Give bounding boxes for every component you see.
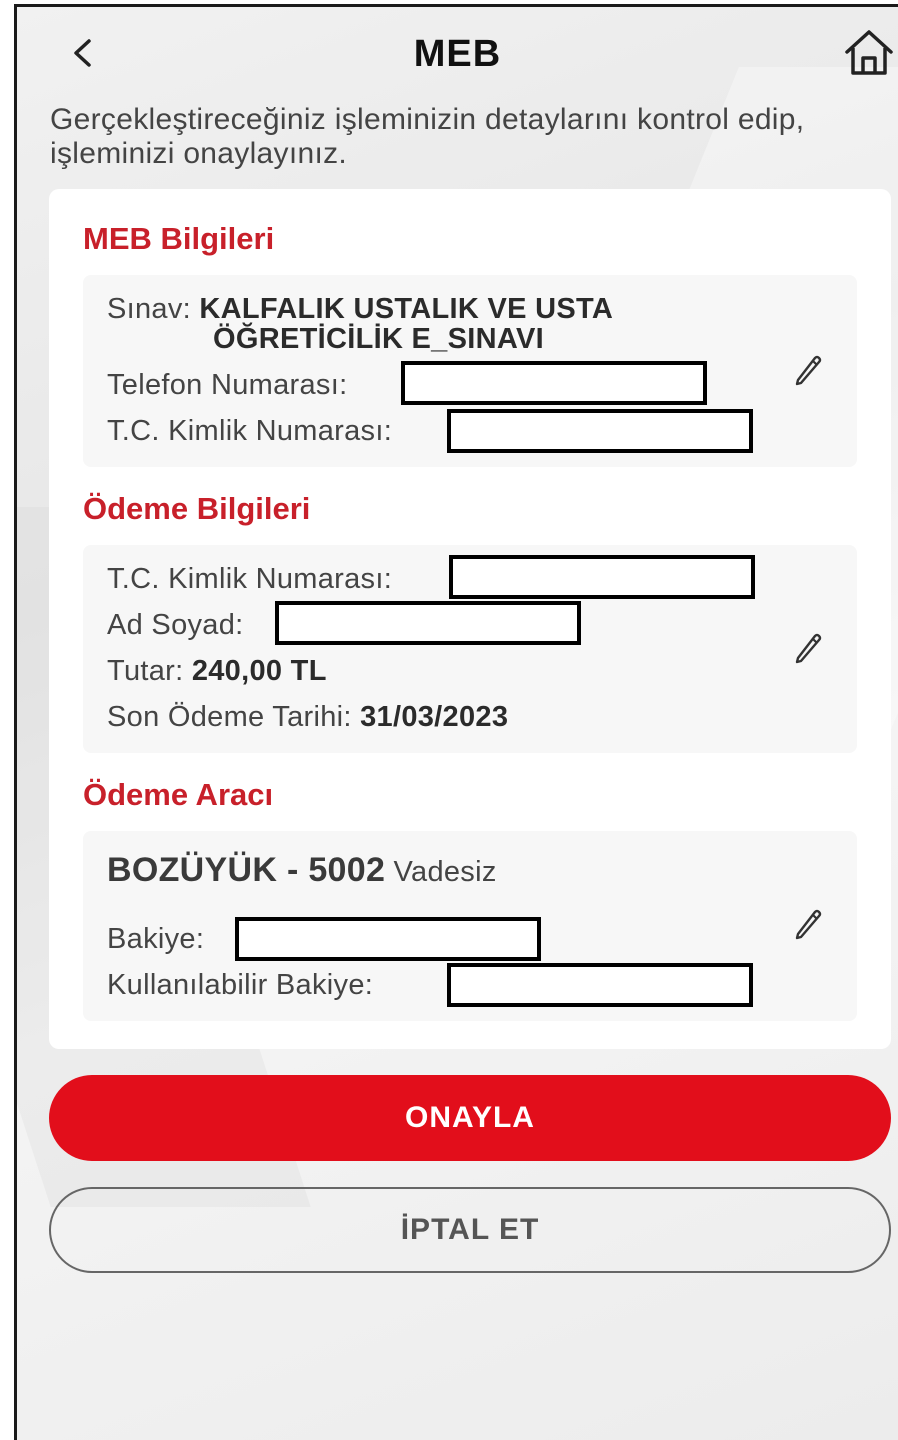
payment-tc-label: T.C. Kimlik Numarası:: [107, 563, 393, 595]
balance-label: Bakiye:: [107, 923, 205, 955]
redacted-balance: [235, 917, 541, 961]
payment-info-box: T.C. Kimlik Numarası: Ad Soyad: Tutar: 2…: [83, 545, 857, 753]
pencil-icon[interactable]: [793, 907, 825, 941]
due-date-value: 31/03/2023: [360, 701, 509, 733]
due-date-label: Son Ödeme Tarihi:: [107, 701, 352, 733]
amount-label: Tutar:: [107, 655, 184, 687]
payment-name-label: Ad Soyad:: [107, 609, 244, 641]
redacted-available-balance: [447, 963, 753, 1007]
pencil-icon[interactable]: [793, 353, 825, 387]
due-date-row: Son Ödeme Tarihi: 31/03/2023: [107, 701, 508, 734]
app-screen: MEB Gerçekleştireceğiniz işleminizin det…: [14, 4, 898, 1440]
account-name: BOZÜYÜK - 5002: [107, 851, 386, 889]
cancel-button[interactable]: İPTAL ET: [49, 1187, 891, 1273]
exam-row-cont: ÖĞRETİCİLİK E_SINAVI: [213, 323, 544, 356]
redacted-phone: [401, 361, 707, 405]
redacted-name: [275, 601, 581, 645]
amount-value: 240,00 TL: [191, 655, 327, 687]
section-title-payment: Ödeme Bilgileri: [83, 491, 311, 526]
section-title-meb: MEB Bilgileri: [83, 221, 275, 256]
meb-info-box: Sınav: KALFALIK USTALIK VE USTA ÖĞRETİCİ…: [83, 275, 857, 467]
exam-value-line1: KALFALIK USTALIK VE USTA: [199, 293, 614, 325]
exam-value-line2: ÖĞRETİCİLİK E_SINAVI: [213, 323, 544, 355]
tc-label: T.C. Kimlik Numarası:: [107, 415, 393, 447]
details-card: MEB Bilgileri Sınav: KALFALIK USTALIK VE…: [49, 189, 891, 1049]
account-row: BOZÜYÜK - 5002 Vadesiz: [107, 851, 497, 890]
section-title-tool: Ödeme Aracı: [83, 777, 274, 812]
amount-row: Tutar: 240,00 TL: [107, 655, 327, 688]
account-type: Vadesiz: [393, 856, 497, 888]
home-icon[interactable]: [843, 27, 895, 79]
phone-label: Telefon Numarası:: [107, 369, 348, 401]
redacted-tc: [447, 409, 753, 453]
payment-tool-box: BOZÜYÜK - 5002 Vadesiz Bakiye: Kullanıla…: [83, 831, 857, 1021]
pencil-icon[interactable]: [793, 631, 825, 665]
confirm-button[interactable]: ONAYLA: [49, 1075, 891, 1161]
exam-row: Sınav: KALFALIK USTALIK VE USTA: [107, 293, 613, 326]
redacted-payment-tc: [449, 555, 755, 599]
exam-label: Sınav:: [107, 293, 192, 325]
page-title: MEB: [413, 33, 502, 75]
header: MEB: [17, 7, 898, 97]
intro-text: Gerçekleştireceğiniz işleminizin detayla…: [50, 103, 805, 170]
available-balance-label: Kullanılabilir Bakiye:: [107, 969, 374, 1001]
